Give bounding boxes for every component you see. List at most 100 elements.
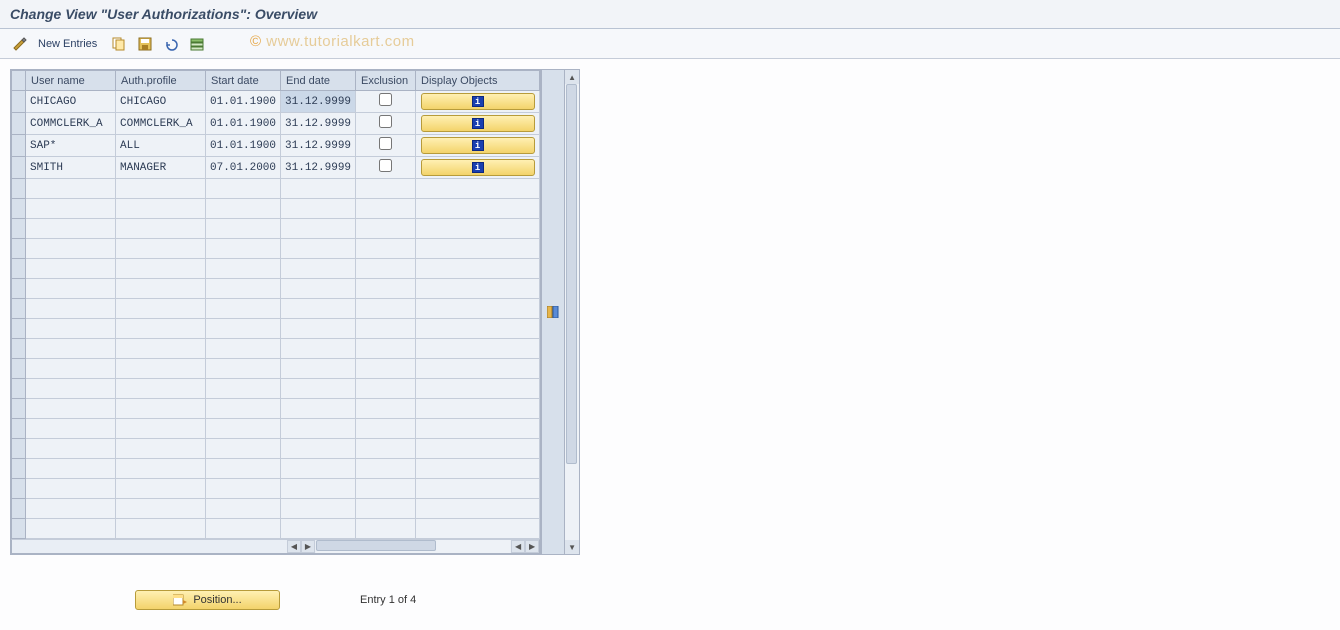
row-selector[interactable] [12, 479, 26, 499]
cell-end-date[interactable]: 31.12.9999 [281, 135, 356, 157]
col-auth-profile[interactable]: Auth.profile [116, 71, 206, 91]
table-row-empty[interactable] [12, 459, 540, 479]
select-block-icon[interactable] [187, 34, 207, 54]
display-objects-button[interactable]: i [421, 115, 535, 132]
info-icon: i [472, 140, 484, 151]
table-row-empty[interactable] [12, 439, 540, 459]
row-selector[interactable] [12, 459, 26, 479]
col-display-obj[interactable]: Display Objects [416, 71, 540, 91]
toggle-display-change-icon[interactable] [10, 34, 30, 54]
cell-start-date[interactable]: 01.01.1900 [206, 91, 281, 113]
scroll-down-icon[interactable]: ▼ [565, 540, 579, 554]
vertical-scrollbar[interactable]: ▲ ▼ [565, 69, 580, 555]
scroll-left-end-icon[interactable]: ◀ [511, 540, 525, 553]
row-selector[interactable] [12, 199, 26, 219]
table-row-empty[interactable] [12, 259, 540, 279]
table-row-empty[interactable] [12, 279, 540, 299]
cell-user-name[interactable]: COMMCLERK_A [26, 113, 116, 135]
cell-exclusion[interactable] [356, 113, 416, 135]
row-selector[interactable] [12, 157, 26, 179]
cell-auth-profile[interactable]: COMMCLERK_A [116, 113, 206, 135]
table-row[interactable]: COMMCLERK_ACOMMCLERK_A01.01.190031.12.99… [12, 113, 540, 135]
cell-end-date[interactable]: 31.12.9999 [281, 91, 356, 113]
row-selector[interactable] [12, 113, 26, 135]
table-row-empty[interactable] [12, 519, 540, 539]
table-row-empty[interactable] [12, 319, 540, 339]
cell-exclusion[interactable] [356, 157, 416, 179]
exclusion-checkbox[interactable] [379, 159, 392, 172]
table-row-empty[interactable] [12, 339, 540, 359]
row-selector[interactable] [12, 279, 26, 299]
row-selector[interactable] [12, 239, 26, 259]
row-selector[interactable] [12, 399, 26, 419]
cell-user-name[interactable]: SMITH [26, 157, 116, 179]
save-icon[interactable] [135, 34, 155, 54]
row-selector[interactable] [12, 179, 26, 199]
row-selector[interactable] [12, 299, 26, 319]
row-selector[interactable] [12, 135, 26, 157]
copy-icon[interactable] [109, 34, 129, 54]
table-row-empty[interactable] [12, 199, 540, 219]
row-selector[interactable] [12, 319, 26, 339]
cell-auth-profile[interactable]: MANAGER [116, 157, 206, 179]
cell-end-date[interactable]: 31.12.9999 [281, 113, 356, 135]
table-row-empty[interactable] [12, 239, 540, 259]
table-row-empty[interactable] [12, 299, 540, 319]
cell-start-date[interactable]: 01.01.1900 [206, 135, 281, 157]
scroll-left-icon[interactable]: ◀ [287, 540, 301, 553]
page-title: Change View "User Authorizations": Overv… [10, 6, 1330, 22]
col-exclusion[interactable]: Exclusion [356, 71, 416, 91]
scroll-right-end-icon[interactable]: ▶ [525, 540, 539, 553]
scroll-up-icon[interactable]: ▲ [565, 70, 579, 84]
position-button[interactable]: Position... [135, 590, 280, 610]
col-start-date[interactable]: Start date [206, 71, 281, 91]
row-selector[interactable] [12, 419, 26, 439]
col-end-date[interactable]: End date [281, 71, 356, 91]
row-selector[interactable] [12, 91, 26, 113]
table-row-empty[interactable] [12, 399, 540, 419]
table-row-empty[interactable] [12, 359, 540, 379]
display-objects-button[interactable]: i [421, 159, 535, 176]
exclusion-checkbox[interactable] [379, 115, 392, 128]
cell-end-date[interactable]: 31.12.9999 [281, 157, 356, 179]
table-row-empty[interactable] [12, 379, 540, 399]
row-selector[interactable] [12, 339, 26, 359]
table-row-empty[interactable] [12, 419, 540, 439]
cell-exclusion[interactable] [356, 91, 416, 113]
table-row[interactable]: SAP*ALL01.01.190031.12.9999 i [12, 135, 540, 157]
col-user-name[interactable]: User name [26, 71, 116, 91]
cell-user-name[interactable]: CHICAGO [26, 91, 116, 113]
info-icon: i [472, 118, 484, 129]
table-row-empty[interactable] [12, 179, 540, 199]
scroll-right-icon[interactable]: ▶ [301, 540, 315, 553]
cell-start-date[interactable]: 07.01.2000 [206, 157, 281, 179]
entry-counter: Entry 1 of 4 [360, 594, 416, 606]
cell-exclusion[interactable] [356, 135, 416, 157]
table-row-empty[interactable] [12, 219, 540, 239]
row-selector[interactable] [12, 259, 26, 279]
configure-columns-icon[interactable] [542, 70, 565, 555]
cell-start-date[interactable]: 01.01.1900 [206, 113, 281, 135]
row-selector[interactable] [12, 379, 26, 399]
info-icon: i [472, 162, 484, 173]
row-selector[interactable] [12, 439, 26, 459]
new-entries-button[interactable]: New Entries [36, 38, 103, 50]
cell-auth-profile[interactable]: CHICAGO [116, 91, 206, 113]
row-selector[interactable] [12, 499, 26, 519]
row-selector[interactable] [12, 359, 26, 379]
horizontal-scrollbar[interactable]: ◀ ▶ ◀ ▶ [11, 539, 540, 554]
table-row[interactable]: CHICAGOCHICAGO01.01.190031.12.9999i [12, 91, 540, 113]
cell-user-name[interactable]: SAP* [26, 135, 116, 157]
row-selector[interactable] [12, 219, 26, 239]
cell-display-objects: i [416, 113, 540, 135]
undo-icon[interactable] [161, 34, 181, 54]
exclusion-checkbox[interactable] [379, 137, 392, 150]
cell-auth-profile[interactable]: ALL [116, 135, 206, 157]
table-row-empty[interactable] [12, 499, 540, 519]
display-objects-button[interactable]: i [421, 137, 535, 154]
row-selector[interactable] [12, 519, 26, 539]
table-row[interactable]: SMITHMANAGER07.01.200031.12.9999 i [12, 157, 540, 179]
exclusion-checkbox[interactable] [379, 93, 392, 106]
table-row-empty[interactable] [12, 479, 540, 499]
display-objects-button[interactable]: i [421, 93, 535, 110]
